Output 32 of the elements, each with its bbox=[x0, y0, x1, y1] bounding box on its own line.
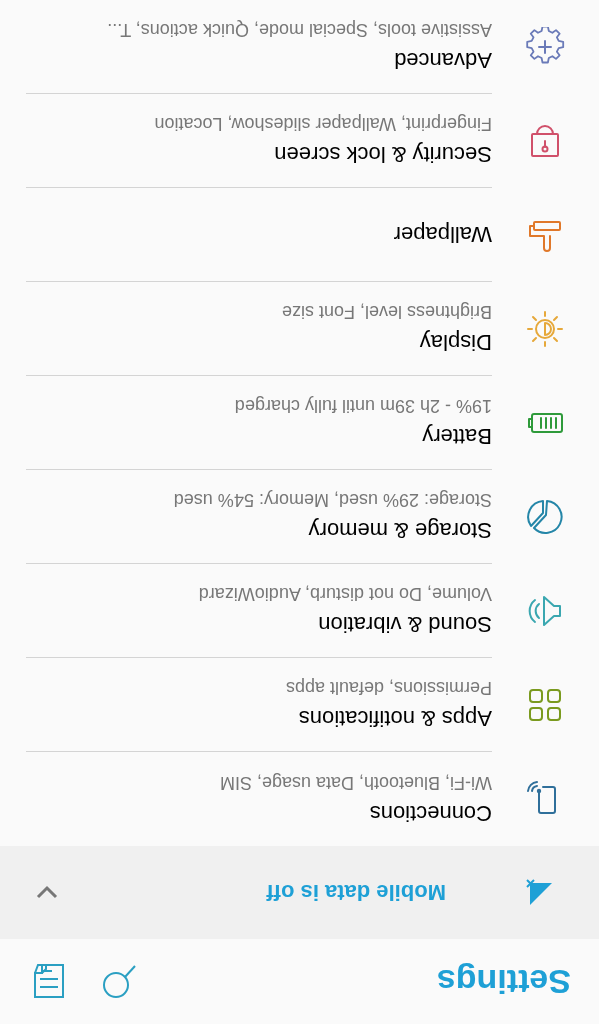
item-title: Sound & vibration bbox=[317, 611, 492, 639]
settings-item[interactable]: Security & lock screen Fingerprint, Wallpaper slideshow, Location bbox=[0, 94, 599, 188]
item-title: Connections bbox=[368, 800, 492, 827]
item-title: Security & lock screen bbox=[273, 141, 492, 169]
mobile-data-off-icon bbox=[526, 879, 552, 906]
item-title: Apps & notifications bbox=[297, 705, 492, 733]
item-title: Display bbox=[418, 329, 492, 357]
banner-text: Mobile data is off bbox=[265, 879, 446, 907]
settings-item[interactable]: Battery 19% - 2h 39m until fully charged bbox=[0, 376, 599, 470]
settings-item[interactable]: Connections Wi-Fi, Bluetooth, Data usage, SIM bbox=[0, 752, 599, 846]
item-subtitle: 19% - 2h 39m until fully charged bbox=[233, 395, 492, 419]
item-subtitle: Fingerprint, Wallpaper slideshow, Location bbox=[153, 113, 492, 137]
settings-item[interactable]: Advanced Assistive tools, Special mode, Quick actions, T... bbox=[0, 0, 599, 94]
item-title: Storage & memory bbox=[307, 517, 492, 545]
page-title: Settings bbox=[436, 962, 571, 1003]
settings-item[interactable]: Wallpaper bbox=[0, 188, 599, 282]
brightness-icon bbox=[525, 309, 566, 349]
settings-item[interactable]: Apps & notifications Permissions, default apps bbox=[0, 658, 599, 752]
settings-item[interactable]: Sound & vibration Volume, Do not disturb, AudioWizard bbox=[0, 564, 599, 658]
item-subtitle: Storage: 29% used, Memory: 54% used bbox=[172, 489, 492, 513]
item-subtitle: Wi-Fi, Bluetooth, Data usage, SIM bbox=[218, 772, 492, 795]
item-subtitle: Permissions, default apps bbox=[284, 677, 492, 701]
settings-item[interactable]: Display Brightness level, Font size bbox=[0, 282, 599, 376]
item-subtitle: Assistive tools, Special mode, Quick actions, T... bbox=[106, 19, 492, 43]
item-title: Advanced bbox=[393, 47, 492, 75]
pie-chart-icon bbox=[525, 497, 566, 537]
item-subtitle: Brightness level, Font size bbox=[280, 301, 492, 325]
chevron-down-icon[interactable] bbox=[36, 885, 58, 900]
settings-item[interactable]: Storage & memory Storage: 29% used, Memory: 54% used bbox=[0, 470, 599, 564]
item-subtitle: Volume, Do not disturb, AudioWizard bbox=[197, 583, 492, 607]
item-title: Battery bbox=[421, 423, 492, 451]
item-title: Wallpaper bbox=[392, 221, 492, 249]
